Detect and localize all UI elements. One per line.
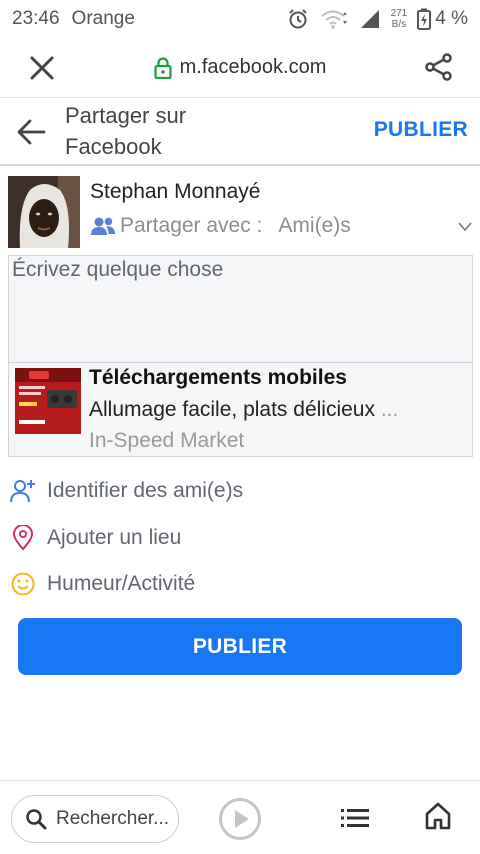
search-placeholder: Rechercher... [56,808,169,829]
share-header: Partager sur Facebook PUBLIER [0,98,480,166]
tag-friends-action[interactable]: Identifier des ami(e)s [10,474,243,508]
battery-charging-icon [417,8,432,30]
signal-icon [360,10,379,28]
user-name: Stephan Monnayé [90,180,261,203]
add-person-icon [10,480,35,503]
add-location-action[interactable]: Ajouter un lieu [10,521,181,555]
location-pin-icon [12,525,34,551]
link-preview-description: Allumage facile, plats délicieux ... [89,398,399,421]
link-preview-source: In-Speed Market [89,429,245,452]
search-icon [26,809,47,830]
status-time: 23:46 [12,8,60,29]
link-preview-card[interactable]: Téléchargements mobiles Allumage facile,… [8,363,473,457]
page-title: Partager sur Facebook [65,103,187,159]
feeling-activity-label: Humeur/Activité [47,572,196,595]
audience-value: Ami(e)s [278,214,351,237]
link-preview-title: Téléchargements mobiles [89,366,347,389]
share-with-label: Partager avec : [120,214,263,237]
battery-indicator: 4 % [417,8,468,30]
lock-icon [154,56,172,79]
link-preview-thumbnail [15,368,81,434]
audience-selector[interactable]: Partager avec : Ami(e)s [90,214,351,238]
wifi-icon [320,10,347,29]
list-menu-icon[interactable] [341,806,369,830]
publish-button[interactable]: PUBLIER [18,618,462,675]
url-text: m.facebook.com [179,56,327,78]
url-display[interactable]: m.facebook.com [154,56,327,79]
add-location-label: Ajouter un lieu [47,526,182,549]
search-input[interactable]: Rechercher... [11,795,179,843]
post-text-input[interactable]: Écrivez quelque chose [8,255,473,363]
play-icon[interactable] [218,797,262,841]
close-icon[interactable] [28,54,56,82]
feeling-activity-action[interactable]: Humeur/Activité [10,567,195,601]
smiley-icon [11,572,35,596]
chevron-down-icon[interactable] [458,222,472,232]
network-speed: 271 B/s [390,8,408,30]
home-icon[interactable] [425,802,451,830]
share-icon[interactable] [424,52,454,82]
tag-friends-label: Identifier des ami(e)s [47,479,244,502]
avatar [8,176,80,248]
header-publish-button[interactable]: PUBLIER [374,118,468,142]
browser-url-bar: m.facebook.com [0,38,480,98]
back-arrow-icon[interactable] [16,118,46,146]
friends-icon [91,217,115,235]
bottom-navigation: Rechercher... [0,780,480,854]
status-carrier: Orange [71,8,135,29]
alarm-icon [288,9,307,29]
status-bar: 23:46 Orange 271 B/s 4 % [0,0,480,38]
user-row: Stephan Monnayé Partager avec : Ami(e)s [8,176,474,248]
